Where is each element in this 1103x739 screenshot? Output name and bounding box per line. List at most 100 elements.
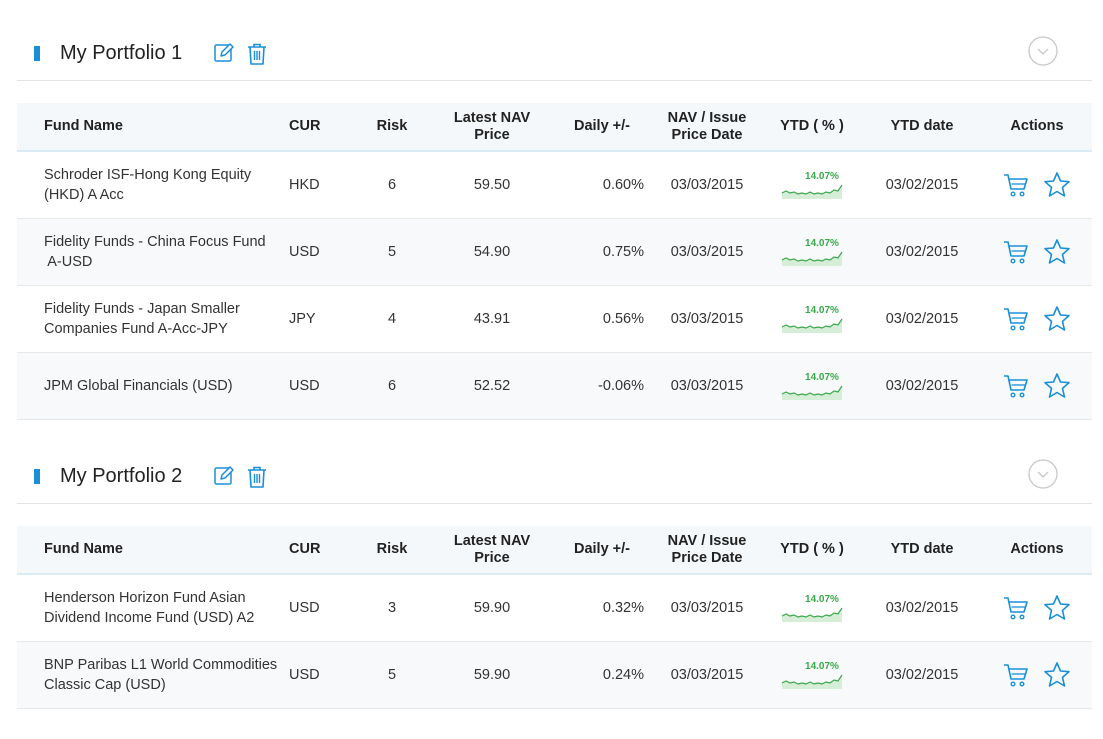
table-row[interactable]: BNP Paribas L1 World Commodities Classic… [17, 641, 1092, 708]
risk-cell: 6 [387, 377, 397, 394]
nav-price-cell: 54.90 [473, 243, 511, 260]
ytd-sparkline: 14.07% [781, 594, 843, 622]
col-ytd: YTD ( % ) [780, 541, 844, 557]
nav-price-cell: 43.91 [473, 310, 511, 327]
daily-change-cell: 0.24% [602, 666, 644, 683]
risk-cell: 3 [387, 599, 397, 616]
table-row[interactable]: Fidelity Funds - Japan Smaller Companies… [17, 285, 1092, 352]
ytd-value: 14.07% [805, 372, 839, 383]
ytd-date-cell: 03/02/2015 [885, 599, 959, 616]
daily-change-cell: -0.06% [598, 377, 644, 394]
fund-name-line2: Dividend Income Fund (USD) A2 [44, 609, 255, 626]
nav-price-cell: 59.90 [473, 666, 511, 683]
ytd-value: 14.07% [805, 238, 839, 249]
sparkline-area [782, 251, 842, 266]
ytd-cell: 14.07% [762, 352, 862, 419]
nav-price-cell: 52.52 [473, 377, 511, 394]
col-nav-price: Latest NAV Price [432, 526, 552, 574]
nav-date-cell: 03/03/2015 [670, 666, 744, 683]
table-header-row: Fund Name CUR Risk Latest NAV Price Dail… [17, 103, 1092, 151]
ytd-date-cell: 03/02/2015 [885, 176, 959, 193]
col-nav-price-line1: Latest NAV [453, 109, 531, 126]
actions-cell [982, 574, 1092, 641]
table-row[interactable]: Fidelity Funds - China Focus Fund A-USD … [17, 218, 1092, 285]
ytd-date-cell: 03/02/2015 [885, 377, 959, 394]
table-header-row: Fund Name CUR Risk Latest NAV Price Dail… [17, 526, 1092, 574]
fund-name-cell[interactable]: Fidelity Funds - China Focus Fund A-USD [17, 218, 277, 285]
cart-icon[interactable] [1003, 373, 1029, 399]
fund-table: Fund Name CUR Risk Latest NAV Price Dail… [17, 526, 1092, 709]
nav-date-cell: 03/03/2015 [670, 310, 744, 327]
portfolio-header: My Portfolio 2 [17, 458, 1092, 504]
fund-name-line1: Fidelity Funds - Japan Smaller [44, 300, 240, 317]
cart-icon[interactable] [1003, 662, 1029, 688]
currency-cell: USD [289, 243, 320, 260]
col-nav-price-line2: Price [474, 126, 510, 143]
edit-icon[interactable] [213, 465, 235, 487]
star-icon[interactable] [1043, 171, 1071, 199]
portfolio-section: My Portfolio 1 Fund Name CUR Risk Latest… [17, 35, 1092, 419]
cart-icon[interactable] [1003, 239, 1029, 265]
actions-cell [982, 641, 1092, 708]
actions-cell [982, 151, 1092, 218]
ytd-value: 14.07% [805, 594, 839, 605]
ytd-cell: 14.07% [762, 151, 862, 218]
table-row[interactable]: JPM Global Financials (USD) USD 6 52.52 … [17, 352, 1092, 419]
cart-icon[interactable] [1003, 595, 1029, 621]
star-icon[interactable] [1043, 372, 1071, 400]
ytd-value: 14.07% [805, 661, 839, 672]
fund-name-cell[interactable]: JPM Global Financials (USD) [17, 352, 277, 419]
currency-cell: HKD [289, 176, 320, 193]
cart-icon[interactable] [1003, 306, 1029, 332]
col-risk: Risk [376, 541, 408, 557]
col-daily: Daily +/- [573, 541, 630, 557]
ytd-cell: 14.07% [762, 574, 862, 641]
fund-table: Fund Name CUR Risk Latest NAV Price Dail… [17, 103, 1092, 420]
nav-date-cell: 03/03/2015 [670, 599, 744, 616]
star-icon[interactable] [1043, 594, 1071, 622]
fund-name-line2: Classic Cap (USD) [44, 676, 166, 693]
fund-name-cell[interactable]: Fidelity Funds - Japan Smaller Companies… [17, 285, 277, 352]
star-icon[interactable] [1043, 661, 1071, 689]
fund-name-line2: (HKD) A Acc [44, 186, 124, 203]
fund-name-cell[interactable]: BNP Paribas L1 World Commodities Classic… [17, 641, 277, 708]
fund-name-cell[interactable]: Schroder ISF-Hong Kong Equity (HKD) A Ac… [17, 151, 277, 218]
ytd-sparkline: 14.07% [781, 171, 843, 199]
ytd-date-cell: 03/02/2015 [885, 310, 959, 327]
risk-cell: 5 [387, 243, 397, 260]
col-actions: Actions [1010, 541, 1064, 557]
fund-name-line1: JPM Global Financials (USD) [44, 377, 233, 394]
actions-cell [982, 285, 1092, 352]
col-nav-date-line1: NAV / Issue [667, 109, 747, 126]
col-ytd-date: YTD date [890, 118, 954, 134]
risk-cell: 5 [387, 666, 397, 683]
nav-date-cell: 03/03/2015 [670, 377, 744, 394]
fund-name-line1: Henderson Horizon Fund Asian [44, 589, 246, 606]
fund-name-cell[interactable]: Henderson Horizon Fund Asian Dividend In… [17, 574, 277, 641]
trash-icon[interactable] [246, 465, 268, 489]
trash-icon[interactable] [246, 42, 268, 66]
fund-name-line2: Companies Fund A-Acc-JPY [44, 320, 228, 337]
ytd-date-cell: 03/02/2015 [885, 666, 959, 683]
chevron-down-circle-icon[interactable] [1028, 36, 1058, 66]
cart-icon[interactable] [1003, 172, 1029, 198]
fund-name-line2: A-USD [44, 253, 93, 270]
col-nav-date-line2: Price Date [671, 549, 743, 566]
edit-icon[interactable] [213, 42, 235, 64]
currency-cell: USD [289, 599, 320, 616]
ytd-sparkline: 14.07% [781, 305, 843, 333]
chevron-down-circle-icon[interactable] [1028, 459, 1058, 489]
fund-name-line1: Fidelity Funds - China Focus Fund [44, 233, 266, 250]
ytd-sparkline: 14.07% [781, 372, 843, 400]
ytd-cell: 14.07% [762, 218, 862, 285]
table-row[interactable]: Schroder ISF-Hong Kong Equity (HKD) A Ac… [17, 151, 1092, 218]
col-risk: Risk [376, 118, 408, 134]
star-icon[interactable] [1043, 238, 1071, 266]
ytd-sparkline: 14.07% [781, 661, 843, 689]
col-fund-name: Fund Name [44, 541, 123, 557]
ytd-cell: 14.07% [762, 285, 862, 352]
table-row[interactable]: Henderson Horizon Fund Asian Dividend In… [17, 574, 1092, 641]
sparkline-area [782, 607, 842, 622]
star-icon[interactable] [1043, 305, 1071, 333]
currency-cell: USD [289, 666, 320, 683]
